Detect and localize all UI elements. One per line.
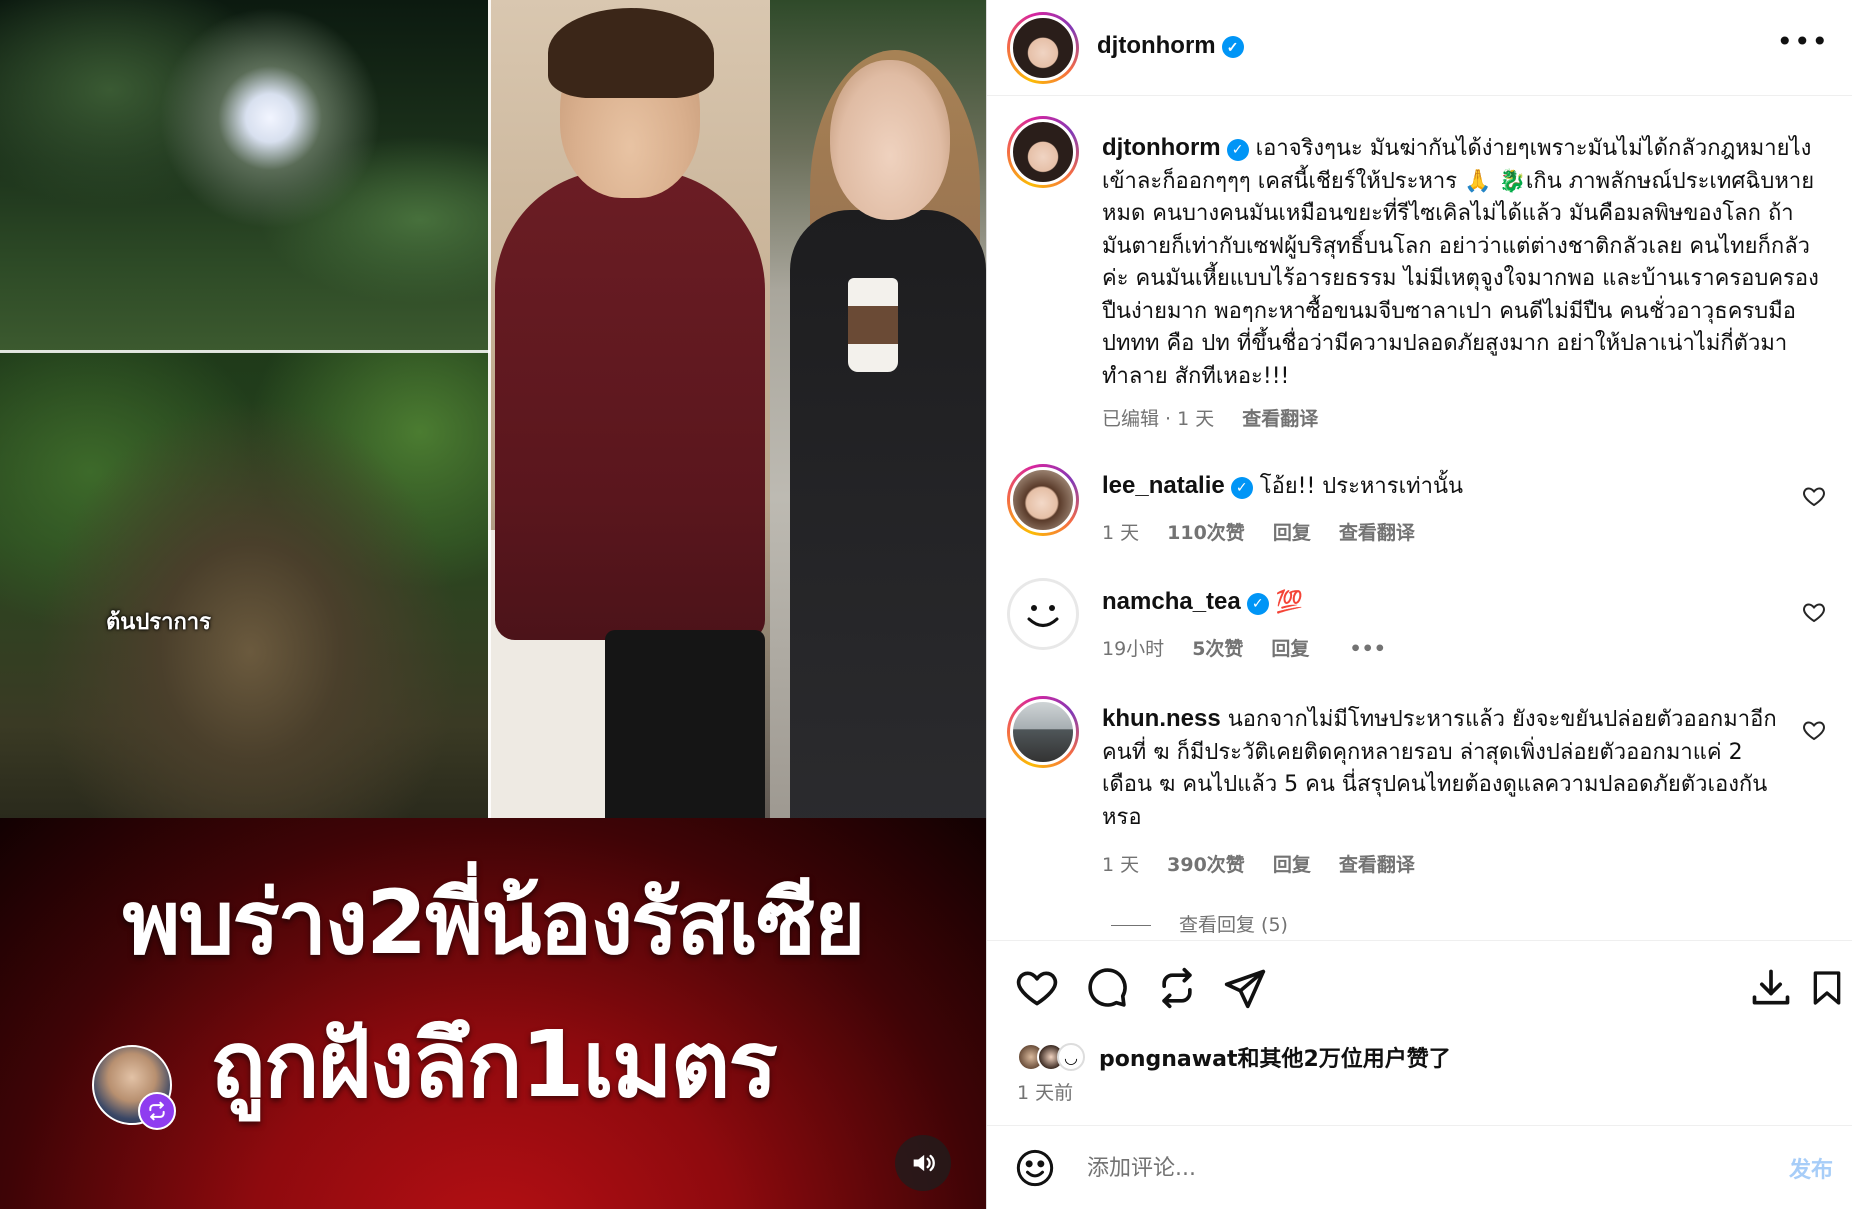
- comment-meta: 1 天 390次赞 回复 查看翻译: [1102, 850, 1415, 877]
- likes-text[interactable]: pongnawat和其他2万位用户赞了: [1099, 1041, 1451, 1073]
- comment-avatar-image: [1010, 699, 1076, 765]
- comment-translate-link[interactable]: 查看翻译: [1339, 854, 1415, 876]
- comment-likes[interactable]: 110次赞: [1167, 522, 1245, 544]
- comment-more-options[interactable]: •••: [1349, 638, 1385, 660]
- comment-avatar-image: [1010, 581, 1076, 647]
- comment-input[interactable]: [1087, 1150, 1727, 1186]
- speaker-icon[interactable]: [895, 1135, 951, 1191]
- avatar[interactable]: [1007, 12, 1079, 84]
- comment-time: 19小时: [1102, 638, 1165, 660]
- comment-meta: 1 天 110次赞 回复 查看翻译: [1102, 518, 1415, 545]
- comment-username[interactable]: lee_natalie: [1102, 472, 1225, 499]
- comment-time: 1 天: [1102, 522, 1140, 544]
- comment-username[interactable]: namcha_tea: [1102, 588, 1241, 615]
- caption-translate-link[interactable]: 查看翻译: [1242, 408, 1318, 430]
- comment-meta: 19小时 5次赞 回复 •••: [1102, 634, 1386, 661]
- liker-avatar: ◡: [1057, 1043, 1085, 1071]
- view-replies-divider: [1111, 925, 1151, 926]
- caption-username[interactable]: djtonhorm: [1102, 134, 1221, 161]
- caption-edited-time: 已编辑 · 1 天: [1102, 408, 1215, 430]
- view-replies-button[interactable]: 查看回复 (5): [1111, 910, 1288, 937]
- emoji-icon[interactable]: [1015, 1148, 1055, 1188]
- comment-text-block: khun.ness นอกจากไม่มีโทษประหารแล้ว ยังจะ…: [1102, 703, 1782, 834]
- repost-icon[interactable]: [138, 1092, 176, 1130]
- author-username[interactable]: djtonhorm: [1097, 32, 1216, 59]
- post-comment-button[interactable]: 发布: [1789, 1152, 1833, 1184]
- bookmark-icon[interactable]: [1807, 966, 1847, 1010]
- likes-summary[interactable]: ◡ pongnawat和其他2万位用户赞了: [1017, 1040, 1451, 1074]
- caption-avatar[interactable]: [1007, 116, 1079, 188]
- comment-like-heart-icon[interactable]: [1802, 484, 1826, 508]
- media-boy-shorts: [605, 630, 765, 830]
- verified-icon: ✓: [1226, 139, 1249, 161]
- comment-text: 💯: [1275, 590, 1304, 615]
- comment-likes[interactable]: 390次赞: [1167, 854, 1245, 876]
- repost-icon[interactable]: [1155, 966, 1199, 1010]
- media-boy-shirt: [495, 170, 765, 640]
- comment-reply-button[interactable]: 回复: [1273, 522, 1311, 544]
- post-media[interactable]: ต้นปราการ พบร่าง2พี่น้องรัสเซีย ถูกฝังลึ…: [0, 0, 986, 1209]
- more-dots-icon[interactable]: •••: [1776, 28, 1829, 56]
- comment-likes[interactable]: 5次赞: [1192, 638, 1243, 660]
- post-side-panel: djtonhorm ✓ ••• djtonhorm ✓ เอาจริงๆนะ มัน…: [986, 0, 1852, 1209]
- author-username-link[interactable]: djtonhorm ✓: [1097, 32, 1244, 60]
- caption-meta: 已编辑 · 1 天 查看翻译: [1102, 404, 1318, 431]
- caption: djtonhorm ✓ เอาจริงๆนะ มันฆ่ากันได้ง่ายๆเ…: [1102, 132, 1822, 393]
- post-header: djtonhorm ✓ •••: [987, 0, 1852, 96]
- author-avatar-image: [1010, 15, 1076, 81]
- download-icon[interactable]: [1749, 966, 1793, 1010]
- smiley-face-icon: [1027, 605, 1059, 627]
- comment-icon[interactable]: [1085, 966, 1129, 1010]
- caption-text: เอาจริงๆนะ มันฆ่ากันได้ง่ายๆเพราะมันไม่ไ…: [1102, 136, 1819, 389]
- media-coffee-cup: [848, 278, 898, 372]
- comment-time: 1 天: [1102, 854, 1140, 876]
- comment-like-heart-icon[interactable]: [1802, 718, 1826, 742]
- comment-avatar[interactable]: [1007, 696, 1079, 768]
- share-icon[interactable]: [1223, 966, 1267, 1010]
- comment-text-block: namcha_tea ✓ 💯: [1102, 586, 1782, 620]
- comment-composer: 发布: [987, 1125, 1852, 1209]
- verified-icon: ✓: [1246, 593, 1269, 615]
- comment-reply-button[interactable]: 回复: [1271, 638, 1309, 660]
- comment-avatar-image: [1010, 467, 1076, 533]
- view-replies-label[interactable]: 查看回复 (5): [1179, 914, 1288, 936]
- media-boy-hair: [548, 8, 714, 98]
- media-headline-line-1: พบร่าง2พี่น้องรัสเซีย: [122, 871, 865, 974]
- media-photo-night-forest: [0, 0, 492, 352]
- media-girl-face: [830, 60, 950, 220]
- comment-avatar[interactable]: [1007, 464, 1079, 536]
- comment-text: โอ้ย!! ประหารเท่านั้น: [1259, 474, 1464, 499]
- verified-icon: ✓: [1221, 36, 1244, 58]
- comment-translate-link[interactable]: 查看翻译: [1339, 522, 1415, 544]
- comment-username[interactable]: khun.ness: [1102, 705, 1221, 732]
- comment-text-block: lee_natalie ✓ โอ้ย!! ประหารเท่านั้น: [1102, 470, 1782, 504]
- caption-avatar-image: [1010, 119, 1076, 185]
- comment-reply-button[interactable]: 回复: [1273, 854, 1311, 876]
- media-photo-search-scene: [0, 352, 488, 818]
- media-divider: [488, 0, 491, 830]
- media-inset-label: ต้นปราการ: [106, 610, 211, 635]
- media-divider: [0, 350, 490, 353]
- comment-like-heart-icon[interactable]: [1802, 600, 1826, 624]
- post-time: 1 天前: [1017, 1082, 1074, 1104]
- comment-avatar[interactable]: [1007, 578, 1079, 650]
- heart-icon[interactable]: [1015, 966, 1059, 1010]
- verified-icon: ✓: [1230, 477, 1253, 499]
